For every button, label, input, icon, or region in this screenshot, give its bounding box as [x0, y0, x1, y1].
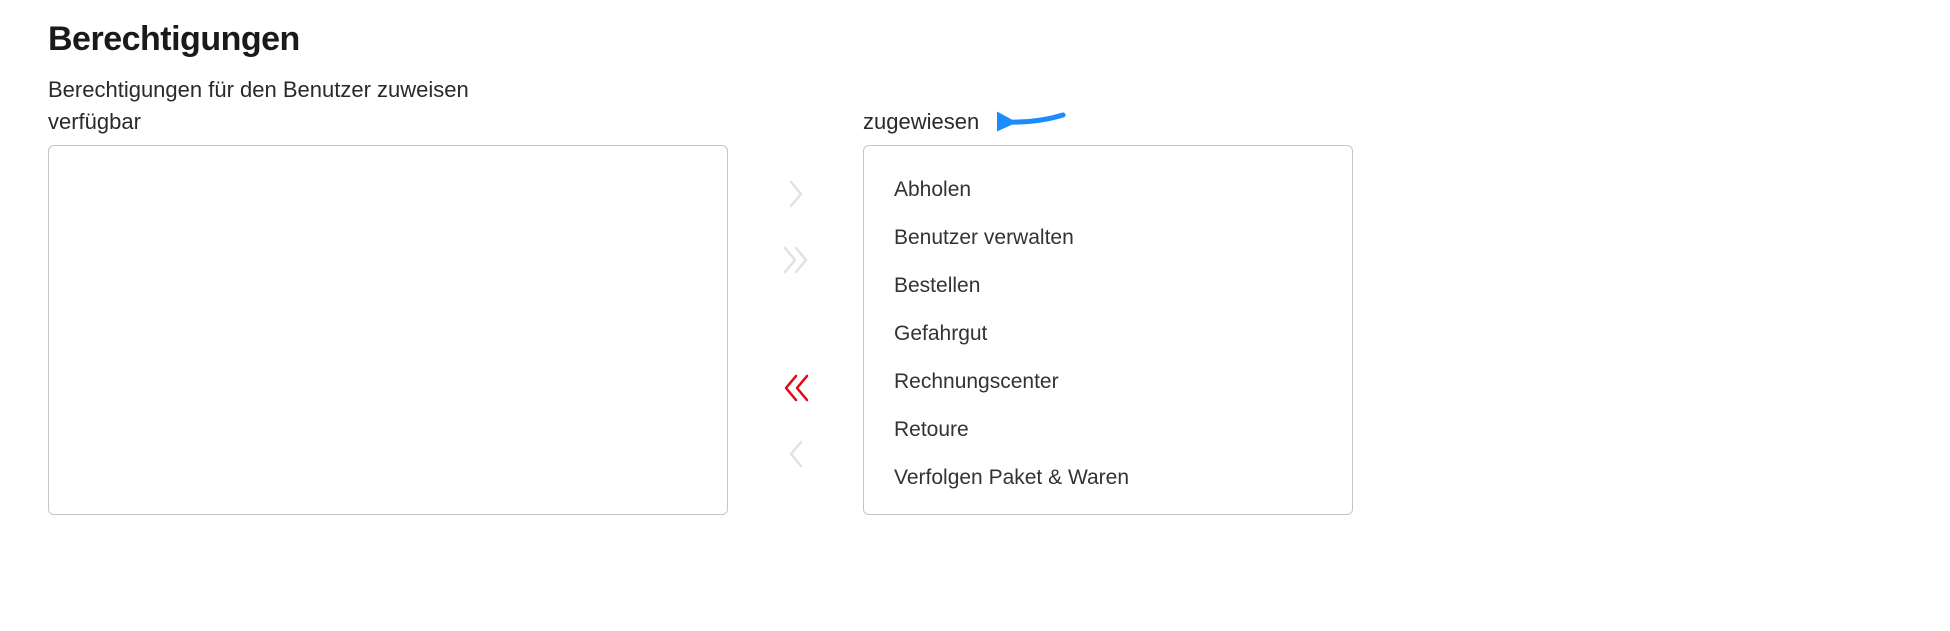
annotation-arrow-icon	[997, 107, 1067, 137]
list-item[interactable]: Bestellen	[864, 262, 1352, 310]
chevron-double-right-icon	[782, 245, 810, 278]
chevron-left-icon	[788, 439, 804, 472]
list-item[interactable]: Retoure	[864, 406, 1352, 454]
assign-one-button[interactable]	[774, 173, 818, 217]
section-heading: Berechtigungen	[48, 20, 1902, 59]
list-item[interactable]: Benutzer verwalten	[864, 214, 1352, 262]
assigned-label: zugewiesen	[863, 109, 979, 135]
chevron-double-left-icon	[782, 373, 810, 406]
unassign-all-button[interactable]	[774, 367, 818, 411]
available-label: verfügbar	[48, 109, 728, 135]
available-listbox[interactable]	[48, 145, 728, 515]
section-description: Berechtigungen für den Benutzer zuweisen	[48, 77, 1902, 103]
assign-all-button[interactable]	[774, 239, 818, 283]
list-item[interactable]: Gefahrgut	[864, 310, 1352, 358]
assigned-listbox[interactable]: AbholenBenutzer verwaltenBestellenGefahr…	[863, 145, 1353, 515]
dual-listbox: AbholenBenutzer verwaltenBestellenGefahr…	[48, 145, 1902, 515]
list-item[interactable]: Abholen	[864, 166, 1352, 214]
unassign-one-button[interactable]	[774, 433, 818, 477]
chevron-right-icon	[788, 179, 804, 212]
list-item[interactable]: Verfolgen Paket & Waren	[864, 454, 1352, 502]
list-item[interactable]: Rechnungscenter	[864, 358, 1352, 406]
list-labels-row: verfügbar zugewiesen	[48, 107, 1902, 137]
transfer-controls	[728, 145, 863, 477]
